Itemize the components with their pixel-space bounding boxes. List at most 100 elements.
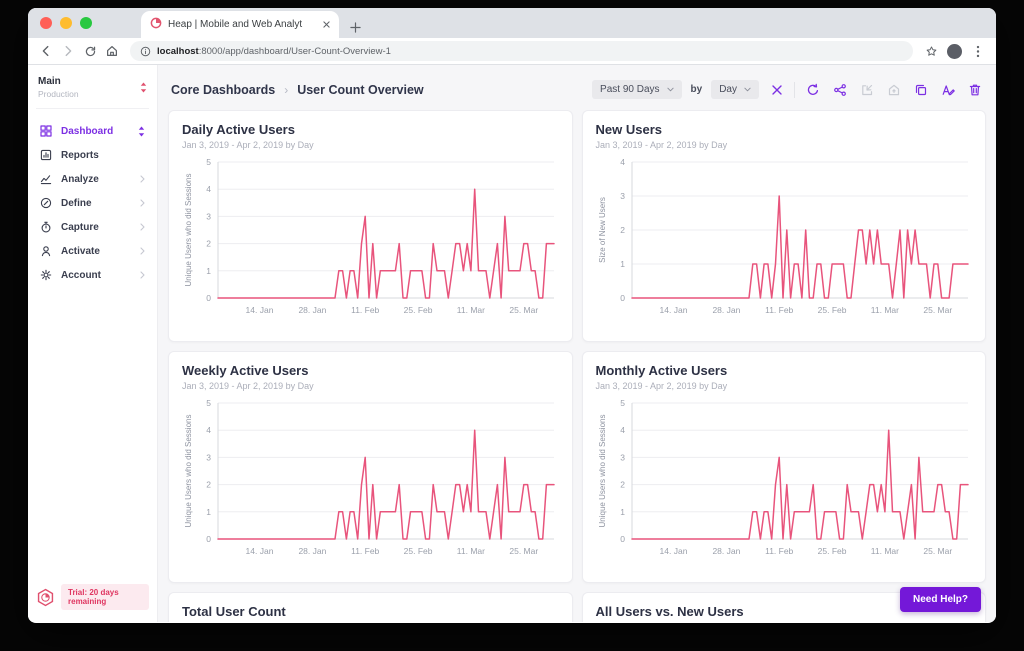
avatar[interactable] bbox=[947, 44, 962, 59]
sidebar-item-label: Analyze bbox=[61, 174, 99, 185]
by-label: by bbox=[691, 84, 703, 95]
dashboard-controls: Past 90 Days by Day bbox=[592, 80, 983, 99]
delete-icon[interactable] bbox=[966, 81, 983, 98]
sidebar-item-activate[interactable]: Activate bbox=[28, 239, 157, 263]
svg-text:3: 3 bbox=[206, 211, 211, 221]
home-dashboard-icon bbox=[885, 81, 902, 98]
page-title: User Count Overview bbox=[297, 83, 423, 97]
chevron-down-icon bbox=[744, 87, 751, 92]
report-icon bbox=[40, 149, 52, 161]
svg-text:5: 5 bbox=[206, 398, 211, 408]
browser-window: Heap | Mobile and Web Analyt localhost:8… bbox=[28, 8, 996, 623]
svg-text:4: 4 bbox=[620, 425, 625, 435]
trial-row: Trial: 20 days remaining bbox=[28, 574, 157, 622]
line-chart: 01234514. Jan28. Jan11. Feb25. Feb11. Ma… bbox=[182, 154, 562, 324]
duplicate-icon[interactable] bbox=[912, 81, 929, 98]
share-icon[interactable] bbox=[831, 81, 848, 98]
sidebar-item-define[interactable]: Define bbox=[28, 191, 157, 215]
chart-card-total-user-count: Total User Count bbox=[168, 592, 573, 622]
sidebar-item-capture[interactable]: Capture bbox=[28, 215, 157, 239]
window-controls bbox=[40, 17, 92, 29]
sidebar-item-label: Dashboard bbox=[61, 126, 113, 137]
heap-app: Main Production DashboardReportsAnalyzeD… bbox=[28, 65, 996, 622]
svg-text:5: 5 bbox=[620, 398, 625, 408]
need-help-button[interactable]: Need Help? bbox=[900, 587, 981, 612]
chart-subtitle: Jan 3, 2019 - Apr 2, 2019 by Day bbox=[182, 381, 559, 391]
grid-icon bbox=[40, 125, 52, 137]
workspace-name: Main bbox=[38, 76, 79, 87]
date-range-dropdown[interactable]: Past 90 Days bbox=[592, 80, 681, 99]
rename-icon[interactable] bbox=[939, 81, 956, 98]
svg-text:0: 0 bbox=[620, 293, 625, 303]
sidebar-item-analyze[interactable]: Analyze bbox=[28, 167, 157, 191]
granularity-value: Day bbox=[719, 84, 737, 95]
chart-subtitle: Jan 3, 2019 - Apr 2, 2019 by Day bbox=[182, 140, 559, 150]
line-chart: 01234514. Jan28. Jan11. Feb25. Feb11. Ma… bbox=[596, 395, 976, 565]
chart-title: Monthly Active Users bbox=[596, 363, 973, 378]
person-icon bbox=[40, 245, 52, 257]
minimize-window-button[interactable] bbox=[60, 17, 72, 29]
home-icon[interactable] bbox=[102, 41, 122, 61]
dashboard-cards-grid: Daily Active Users Jan 3, 2019 - Apr 2, 2… bbox=[158, 110, 996, 622]
svg-text:11. Mar: 11. Mar bbox=[457, 546, 485, 556]
reload-icon[interactable] bbox=[80, 41, 100, 61]
svg-text:11. Feb: 11. Feb bbox=[351, 305, 379, 315]
updown-stepper-icon[interactable] bbox=[138, 126, 145, 137]
heap-favicon bbox=[150, 16, 162, 34]
svg-text:Size of New Users: Size of New Users bbox=[598, 197, 607, 263]
sidebar-item-account[interactable]: Account bbox=[28, 263, 157, 287]
export-icon bbox=[858, 81, 875, 98]
breadcrumb-section[interactable]: Core Dashboards bbox=[171, 83, 275, 97]
close-window-button[interactable] bbox=[40, 17, 52, 29]
back-icon[interactable] bbox=[36, 41, 56, 61]
sidebar-item-reports[interactable]: Reports bbox=[28, 143, 157, 167]
svg-text:2: 2 bbox=[206, 480, 211, 490]
gear-icon bbox=[40, 269, 52, 281]
chart-card-new-users: New UsersJan 3, 2019 - Apr 2, 2019 by Da… bbox=[582, 110, 987, 342]
forward-icon[interactable] bbox=[58, 41, 78, 61]
url-path: :8000/app/dashboard/User-Count-Overview-… bbox=[199, 46, 391, 57]
sidebar: Main Production DashboardReportsAnalyzeD… bbox=[28, 65, 158, 622]
svg-text:28. Jan: 28. Jan bbox=[298, 546, 326, 556]
chart-card-monthly-active-users: Monthly Active UsersJan 3, 2019 - Apr 2,… bbox=[582, 351, 987, 583]
svg-text:11. Feb: 11. Feb bbox=[765, 305, 793, 315]
svg-text:14. Jan: 14. Jan bbox=[659, 546, 687, 556]
browser-tab[interactable]: Heap | Mobile and Web Analyt bbox=[141, 11, 339, 38]
svg-text:25. Feb: 25. Feb bbox=[817, 546, 846, 556]
zoom-window-button[interactable] bbox=[80, 17, 92, 29]
workspace-environment: Production bbox=[38, 89, 79, 99]
browser-tabstrip: Heap | Mobile and Web Analyt bbox=[28, 8, 996, 38]
svg-text:3: 3 bbox=[620, 191, 625, 201]
sidebar-nav: Dashboard Reports Analyze Define CaptureActi… bbox=[28, 109, 157, 287]
svg-text:11. Mar: 11. Mar bbox=[870, 546, 898, 556]
trial-badge: Trial: 20 days remaining bbox=[61, 584, 149, 610]
granularity-dropdown[interactable]: Day bbox=[711, 80, 759, 99]
refresh-icon[interactable] bbox=[804, 81, 821, 98]
chart-title: Weekly Active Users bbox=[182, 363, 559, 378]
url-field[interactable]: localhost:8000/app/dashboard/User-Count-… bbox=[130, 41, 913, 61]
clear-filter-icon[interactable] bbox=[768, 81, 785, 98]
chart-card-weekly-active-users: Weekly Active Users Jan 3, 2019 - Apr 2, … bbox=[168, 351, 573, 583]
url-text: localhost:8000/app/dashboard/User-Count-… bbox=[157, 46, 391, 57]
svg-text:14. Jan: 14. Jan bbox=[246, 305, 274, 315]
new-tab-button[interactable] bbox=[350, 22, 361, 33]
sidebar-item-label: Define bbox=[61, 198, 92, 209]
close-tab-icon[interactable] bbox=[323, 21, 330, 28]
line-chart: 0123414. Jan28. Jan11. Feb25. Feb11. Mar… bbox=[596, 154, 976, 324]
chevron-right-icon bbox=[140, 223, 145, 231]
chevron-right-icon bbox=[140, 271, 145, 279]
menu-dots-icon[interactable] bbox=[968, 41, 988, 61]
updown-stepper-icon[interactable] bbox=[140, 82, 147, 93]
chart-subtitle: Jan 3, 2019 - Apr 2, 2019 by Day bbox=[596, 140, 973, 150]
workspace-switcher[interactable]: Main Production bbox=[28, 65, 157, 108]
svg-text:4: 4 bbox=[620, 157, 625, 167]
svg-text:1: 1 bbox=[620, 507, 625, 517]
chart-title: Daily Active Users bbox=[182, 122, 559, 137]
browser-urlbar: localhost:8000/app/dashboard/User-Count-… bbox=[28, 38, 996, 65]
svg-text:3: 3 bbox=[206, 452, 211, 462]
svg-text:Unique Users who did Sessions: Unique Users who did Sessions bbox=[184, 415, 193, 528]
star-icon[interactable] bbox=[921, 41, 941, 61]
svg-text:28. Jan: 28. Jan bbox=[712, 305, 740, 315]
sidebar-item-dashboard[interactable]: Dashboard bbox=[28, 119, 157, 143]
page-info-icon[interactable] bbox=[140, 46, 151, 57]
